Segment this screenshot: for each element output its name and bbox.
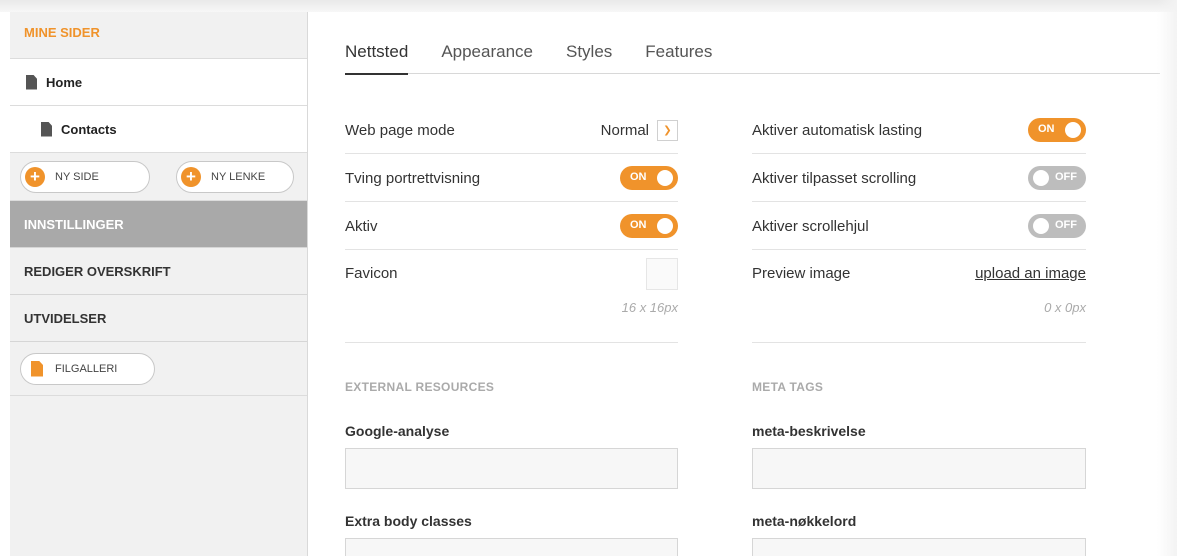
meta-description-label: meta-beskrivelse [752, 423, 866, 439]
upload-image-link[interactable]: upload an image [975, 265, 1086, 282]
active-toggle[interactable]: ON [620, 214, 678, 238]
custom-scrolling-row: Aktiver tilpasset scrolling OFF [752, 155, 1086, 202]
meta-keywords-input[interactable] [752, 538, 1086, 556]
sidebar-section-settings[interactable]: INNSTILLINGER [10, 201, 307, 248]
web-page-mode-select[interactable]: Normal ❯ [600, 119, 678, 141]
file-gallery-button[interactable]: FILGALLERI [20, 352, 155, 385]
new-link-button[interactable]: + NY LENKE [176, 160, 294, 193]
file-gallery-label: FILGALLERI [55, 362, 118, 375]
sidebar-header: MINE SIDER [10, 12, 307, 59]
settings-tabs: Nettsted Appearance Styles Features [345, 42, 1160, 75]
external-resources-title: EXTERNAL RESOURCES [345, 380, 495, 394]
tab-appearance[interactable]: Appearance [441, 42, 533, 74]
chevron-down-icon[interactable]: ❯ [657, 119, 678, 141]
web-page-mode-value: Normal [600, 121, 649, 139]
new-page-label: NY SIDE [55, 170, 99, 183]
favicon-row: Favicon [345, 250, 678, 297]
sidebar-page-label: Home [46, 74, 83, 90]
web-page-mode-row: Web page mode Normal ❯ [345, 107, 678, 154]
scroll-wheel-toggle[interactable]: OFF [1028, 214, 1086, 238]
google-analytics-input[interactable] [345, 448, 678, 489]
sidebar-section-edit-header[interactable]: REDIGER OVERSKRIFT [10, 248, 307, 295]
toggle-knob [1033, 170, 1049, 186]
tab-styles[interactable]: Styles [566, 42, 612, 74]
sidebar-page-contacts[interactable]: Contacts [10, 106, 307, 153]
auto-loading-row: Aktiver automatisk lasting ON [752, 107, 1086, 154]
new-page-button[interactable]: + NY SIDE [20, 160, 150, 193]
sidebar-page-home[interactable]: Home [10, 59, 307, 106]
favicon-upload-box[interactable] [646, 257, 678, 290]
force-portrait-label: Tving portrettvisning [345, 169, 481, 187]
toggle-state: OFF [1055, 219, 1077, 231]
plus-icon: + [181, 166, 201, 187]
toggle-knob [657, 170, 673, 186]
sidebar-file-gallery-row: FILGALLERI [10, 342, 307, 396]
page-icon [41, 121, 52, 137]
force-portrait-row: Tving portrettvisning ON [345, 155, 678, 202]
scroll-wheel-label: Aktiver scrollehjul [752, 217, 869, 235]
divider [752, 342, 1086, 343]
page-icon [26, 74, 37, 90]
favicon-label: Favicon [345, 265, 398, 282]
toggle-state: ON [1038, 123, 1055, 135]
toggle-state: OFF [1055, 171, 1077, 183]
web-page-mode-label: Web page mode [345, 121, 455, 139]
tab-features[interactable]: Features [645, 42, 712, 74]
meta-tags-title: META TAGS [752, 380, 824, 394]
toggle-state: ON [630, 171, 647, 183]
auto-loading-toggle[interactable]: ON [1028, 118, 1086, 142]
scroll-wheel-row: Aktiver scrollehjul OFF [752, 203, 1086, 250]
divider [345, 342, 678, 343]
tab-nettsted[interactable]: Nettsted [345, 42, 409, 75]
new-link-label: NY LENKE [211, 170, 266, 183]
top-shadow-strip [0, 0, 1177, 12]
toggle-state: ON [630, 219, 647, 231]
toggle-knob [657, 218, 673, 234]
plus-icon: + [25, 166, 45, 187]
right-edge-shadow [1157, 0, 1177, 556]
preview-image-row: Preview image upload an image [752, 250, 1086, 297]
custom-scrolling-label: Aktiver tilpasset scrolling [752, 169, 917, 187]
preview-image-size-note: 0 x 0px [1044, 300, 1086, 315]
auto-loading-label: Aktiver automatisk lasting [752, 121, 923, 139]
force-portrait-toggle[interactable]: ON [620, 166, 678, 190]
sidebar-page-label: Contacts [61, 121, 117, 137]
meta-keywords-label: meta-nøkkelord [752, 513, 857, 529]
meta-description-input[interactable] [752, 448, 1086, 489]
sidebar-add-buttons: + NY SIDE + NY LENKE [10, 153, 307, 201]
active-row: Aktiv ON [345, 203, 678, 250]
toggle-knob [1033, 218, 1049, 234]
google-analytics-label: Google-analyse [345, 423, 450, 439]
custom-scrolling-toggle[interactable]: OFF [1028, 166, 1086, 190]
toggle-knob [1065, 122, 1081, 138]
extra-body-classes-input[interactable] [345, 538, 678, 556]
active-label: Aktiv [345, 217, 378, 235]
extra-body-classes-label: Extra body classes [345, 513, 472, 529]
sidebar-section-extensions[interactable]: UTVIDELSER [10, 295, 307, 342]
favicon-size-note: 16 x 16px [621, 300, 678, 315]
file-icon [31, 360, 43, 377]
sidebar: MINE SIDER Home Contacts + NY SIDE + NY … [10, 12, 308, 556]
preview-image-label: Preview image [752, 265, 851, 282]
